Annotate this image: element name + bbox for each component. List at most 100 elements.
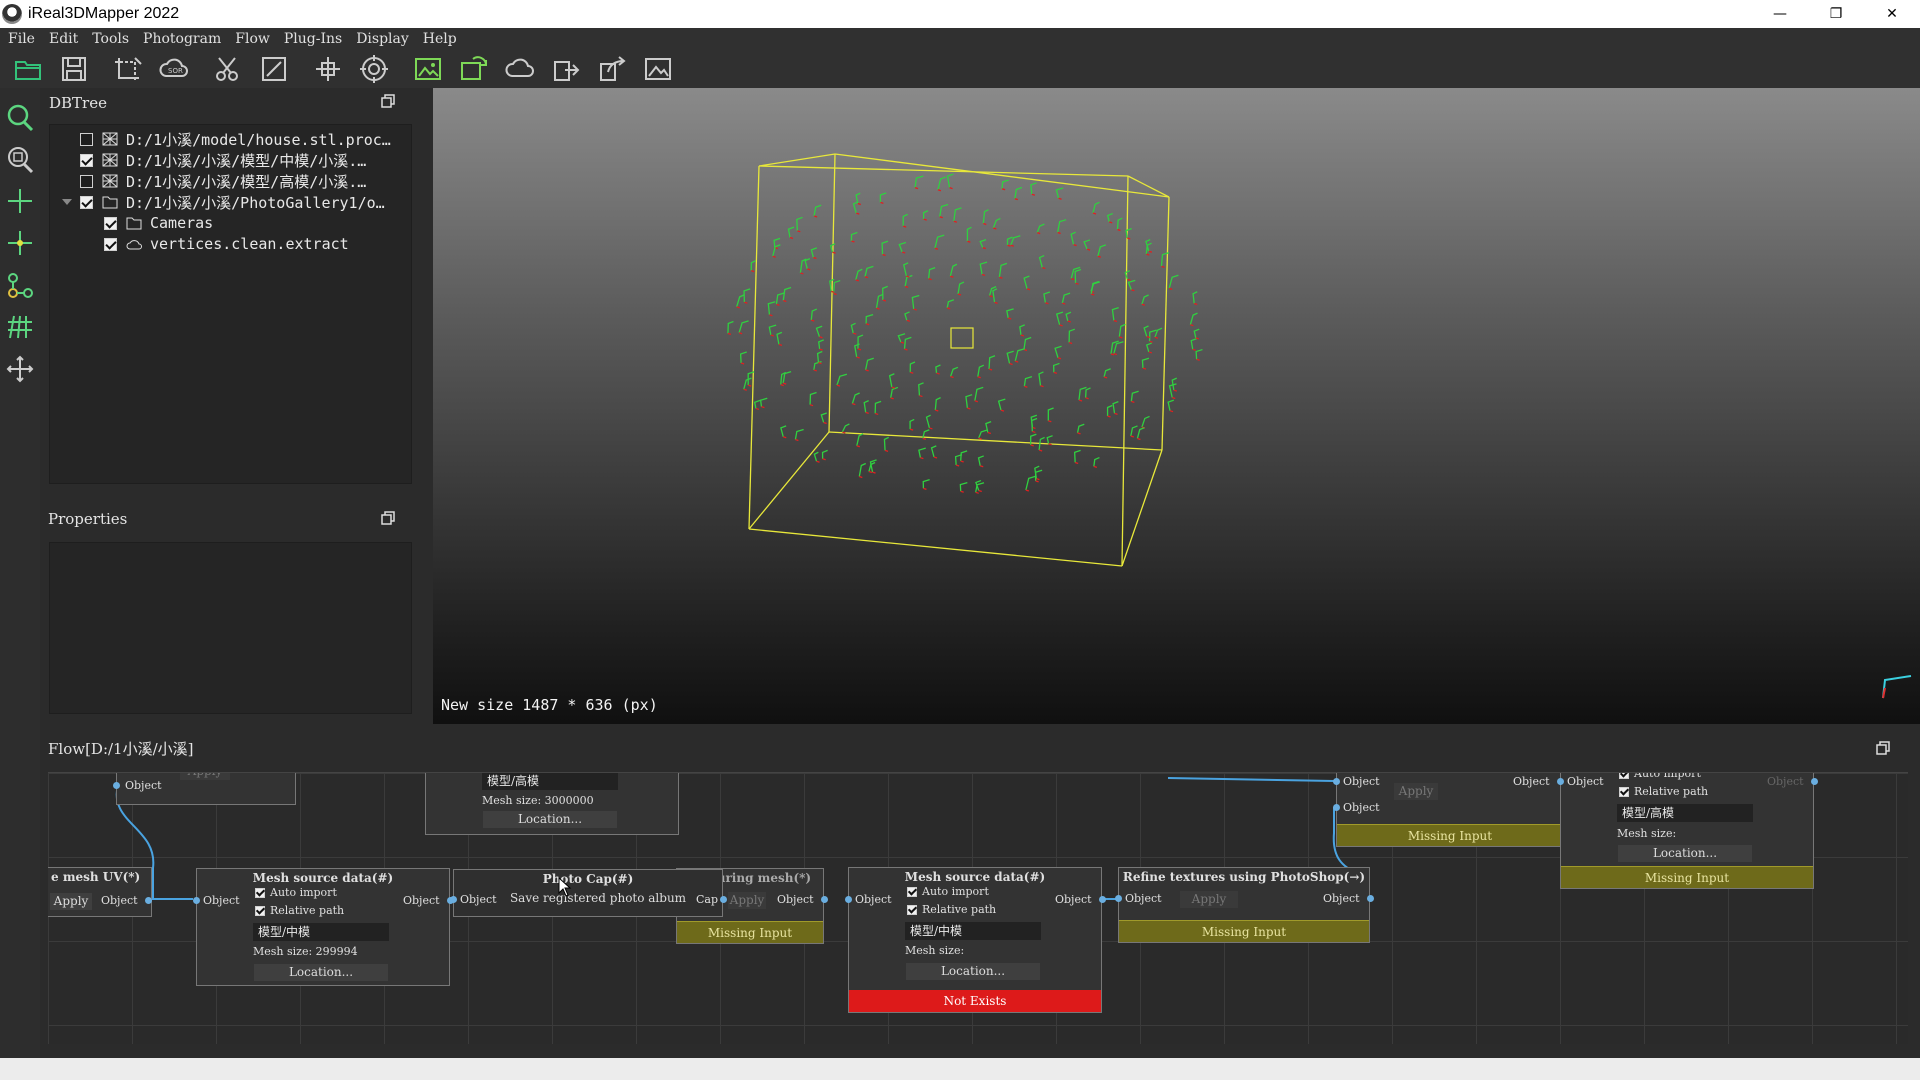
photo-sync-button[interactable] (456, 52, 492, 86)
input-port[interactable] (1557, 778, 1564, 785)
output-port[interactable] (145, 897, 152, 904)
auto-import-checkbox[interactable]: Auto import (907, 885, 989, 898)
camera-marker (858, 462, 867, 479)
location-button[interactable]: Location... (253, 963, 389, 982)
path-field[interactable]: 模型/高模 (482, 773, 618, 790)
menu-tools[interactable]: Tools (92, 31, 129, 47)
minimize-button[interactable]: — (1752, 0, 1808, 28)
camera-marker (898, 241, 907, 254)
dbtree-float-icon[interactable] (381, 94, 395, 108)
input-port[interactable] (1333, 778, 1340, 785)
axis-tool[interactable] (2, 180, 38, 222)
edit-box-button[interactable] (256, 52, 292, 86)
output-port[interactable] (821, 896, 828, 903)
menu-display[interactable]: Display (356, 31, 409, 47)
location-button[interactable]: Location... (1617, 844, 1753, 863)
flow-node-refine-textures[interactable]: Refine textures using PhotoShop(→) Objec… (1115, 867, 1374, 943)
input-port[interactable] (1333, 804, 1340, 811)
camera-marker (935, 364, 941, 375)
menu-file[interactable]: File (8, 31, 35, 47)
cloud-button[interactable] (502, 52, 538, 86)
camera-marker (985, 420, 992, 435)
tree-item-house[interactable]: D:/1小溪/model/house.stl.proc… (80, 129, 391, 149)
menu-flow[interactable]: Flow (235, 31, 270, 47)
properties-float-icon[interactable] (381, 511, 395, 525)
close-button[interactable]: ✕ (1864, 0, 1920, 28)
restore-button[interactable]: ❐ (1808, 0, 1864, 28)
input-port[interactable] (845, 896, 852, 903)
grid-tool[interactable] (2, 306, 38, 348)
output-port[interactable] (1367, 895, 1374, 902)
expand-arrow-icon[interactable] (62, 199, 72, 205)
location-button[interactable]: Location... (482, 810, 618, 829)
save-button[interactable] (56, 52, 92, 86)
crop-button[interactable] (110, 52, 146, 86)
target-button[interactable] (356, 52, 392, 86)
menu-help[interactable]: Help (423, 31, 457, 47)
tree-checkbox[interactable] (80, 132, 93, 146)
image-frame-button[interactable] (640, 52, 676, 86)
relative-path-checkbox[interactable]: Relative path (907, 903, 996, 916)
camera-marker (979, 238, 987, 250)
transform-button[interactable] (310, 52, 346, 86)
flow-node-mesh-source-2[interactable]: Mesh source data(#) Object Object Auto i… (845, 867, 1106, 1013)
output-port[interactable] (1099, 896, 1106, 903)
share-button[interactable] (594, 52, 630, 86)
flow-node-top-left[interactable]: Apply Object (113, 773, 296, 805)
tree-item-midmodel[interactable]: D:/1小溪/小溪/模型/中模/小溪.… (80, 150, 366, 170)
flow-node-top-right-b[interactable]: Object Auto import Relative path 模型/高模 M… (1557, 773, 1818, 889)
flow-graph-canvas[interactable]: Apply Object 模型/高模 Mesh size: 3000000 Lo… (48, 772, 1908, 1044)
tree-checkbox[interactable] (80, 153, 93, 167)
scissors-button[interactable] (210, 52, 246, 86)
camera-marker (1052, 362, 1060, 374)
apply-button[interactable]: Apply (1179, 890, 1239, 909)
path-field[interactable]: 模型/高模 (1617, 804, 1753, 822)
3d-viewport[interactable]: New size 1487 * 636 (px) (433, 88, 1920, 724)
flow-node-photo-cap[interactable]: Photo Cap(#) Object Save registered phot… (450, 869, 727, 917)
center-point-tool[interactable] (2, 222, 38, 264)
node-graph-tool[interactable] (2, 264, 38, 306)
tree-checkbox[interactable] (80, 195, 93, 209)
tree-item-cameras[interactable]: Cameras (104, 213, 213, 233)
sor-button[interactable]: SOR (156, 52, 192, 86)
tree-item-highmodel[interactable]: D:/1小溪/小溪/模型/高模/小溪.… (80, 171, 366, 191)
tree-item-vertices[interactable]: vertices.clean.extract (104, 234, 349, 254)
tree-checkbox[interactable] (80, 174, 93, 188)
flow-node-mesh-uv[interactable]: e mesh UV(*) Apply Object (48, 867, 152, 917)
menu-photogram[interactable]: Photogram (143, 31, 221, 47)
input-port[interactable] (450, 896, 457, 903)
auto-import-checkbox[interactable]: Auto import (1619, 773, 1701, 780)
input-port[interactable] (113, 782, 120, 789)
flow-node-mesh-source-1[interactable]: Mesh source data(#) Object Object Auto i… (193, 868, 454, 986)
location-button[interactable]: Location... (905, 962, 1041, 981)
apply-button[interactable]: Apply (49, 892, 93, 911)
input-port[interactable] (1115, 895, 1122, 902)
zoom-fit-tool[interactable] (2, 138, 38, 180)
move-tool[interactable] (2, 348, 38, 390)
menu-plugins[interactable]: Plug-Ins (284, 31, 342, 47)
tree-checkbox[interactable] (104, 237, 117, 251)
photo-import-button[interactable] (410, 52, 446, 86)
path-field[interactable]: 模型/中模 (253, 923, 389, 941)
flow-node-top-right-a[interactable]: Object Object Apply Object Missing Input (1333, 773, 1564, 847)
flow-node-top-mid[interactable]: 模型/高模 Mesh size: 3000000 Location... (425, 773, 679, 835)
menu-edit[interactable]: Edit (49, 31, 78, 47)
flow-float-icon[interactable] (1876, 741, 1890, 755)
path-field[interactable]: 模型/中模 (905, 922, 1041, 940)
tree-checkbox[interactable] (104, 216, 117, 230)
input-port[interactable] (193, 897, 200, 904)
apply-button[interactable]: Apply (1393, 782, 1439, 801)
relative-path-checkbox[interactable]: Relative path (255, 904, 344, 917)
open-folder-button[interactable] (10, 52, 46, 86)
search-tool[interactable] (2, 96, 38, 138)
relative-path-checkbox[interactable]: Relative path (1619, 785, 1708, 798)
save-album-button[interactable]: Save registered photo album (508, 890, 688, 909)
apply-button[interactable]: Apply (727, 891, 767, 910)
apply-button[interactable]: Apply (179, 773, 231, 781)
auto-import-checkbox[interactable]: Auto import (255, 886, 337, 899)
camera-marker (782, 370, 792, 385)
output-port[interactable] (1811, 778, 1818, 785)
tree-item-photogallery[interactable]: D:/1小溪/小溪/PhotoGallery1/o… (62, 192, 385, 212)
output-port[interactable] (720, 896, 727, 903)
export-button[interactable] (548, 52, 584, 86)
